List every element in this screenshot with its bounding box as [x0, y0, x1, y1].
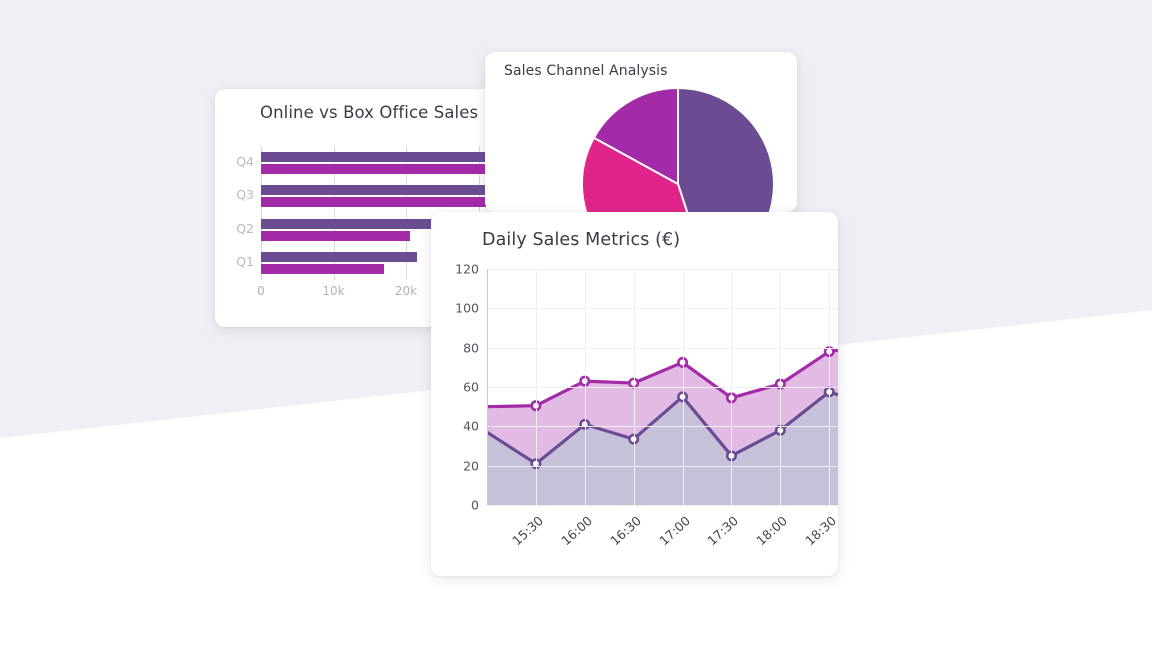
bar-segment[interactable] — [261, 252, 417, 263]
bar-chart-title: Online vs Box Office Sales ($) — [260, 103, 508, 122]
bar-segment[interactable] — [261, 185, 519, 196]
line-y-tick-label: 20 — [463, 458, 479, 474]
line-x-tick-label: 18:30 — [802, 513, 838, 549]
line-x-tick-label: 18:00 — [753, 513, 791, 549]
bar-y-tick-label: Q3 — [236, 187, 254, 203]
line-gridline-vertical — [535, 269, 537, 505]
line-x-tick-label: 16:00 — [557, 513, 595, 549]
line-gridline-horizontal — [487, 269, 838, 270]
line-chart-title: Daily Sales Metrics (€) — [482, 230, 681, 250]
bar-x-tick-label: 0 — [257, 284, 265, 298]
bar-segment[interactable] — [261, 163, 515, 174]
bar-y-tick-label: Q1 — [236, 254, 254, 270]
line-gridline-horizontal — [487, 465, 838, 467]
line-gridline-horizontal — [487, 426, 838, 428]
line-gridline-horizontal — [487, 387, 838, 388]
line-gridline-horizontal — [487, 347, 838, 349]
card-sales-channel-analysis[interactable]: Sales Channel Analysis — [485, 52, 797, 212]
line-y-tick-label: 0 — [471, 497, 479, 513]
line-gridline-vertical — [682, 269, 684, 505]
line-gridline-vertical — [731, 269, 733, 505]
line-gridline-vertical — [829, 269, 831, 505]
line-gridline-vertical — [633, 269, 635, 505]
bar-y-tick-label: Q4 — [236, 153, 254, 169]
bar-y-tick-label: Q2 — [236, 220, 254, 236]
pie-chart-plot-area — [581, 86, 775, 212]
card-daily-sales-metrics[interactable]: Daily Sales Metrics (€) 0 20 40 60 80 100 120 1… — [431, 212, 838, 576]
bar-segment[interactable] — [261, 264, 385, 275]
pie-chart-svg — [581, 86, 775, 212]
line-gridline-horizontal — [487, 308, 838, 310]
bar-segment[interactable] — [261, 230, 410, 241]
bar-x-tick-label: 10k — [322, 284, 345, 298]
line-x-tick-label: 17:00 — [655, 513, 693, 549]
pie-slice — [677, 86, 775, 212]
dashboard-stage: Online vs Box Office Sales ($) 010k20k30… — [0, 0, 1152, 648]
bar-x-tick-label: 20k — [394, 284, 418, 298]
line-y-axis — [487, 269, 488, 505]
line-y-tick-label: 60 — [463, 379, 479, 395]
line-y-tick-label: 40 — [463, 418, 479, 434]
line-chart-plot-area: 0 20 40 60 80 100 120 15:30 16:00 16:30 17:00 17:30… — [455, 262, 838, 548]
line-gridline-vertical — [780, 269, 782, 505]
line-x-tick-label: 16:30 — [606, 513, 644, 549]
line-x-tick-label: 17:30 — [704, 513, 742, 549]
pie-chart-title: Sales Channel Analysis — [504, 63, 668, 79]
bar-segment[interactable] — [261, 197, 493, 208]
line-y-tick-label: 120 — [455, 261, 479, 277]
line-gridline-vertical — [584, 269, 586, 505]
line-y-tick-label: 80 — [463, 340, 479, 356]
line-y-tick-label: 100 — [455, 300, 479, 316]
line-gridline-horizontal — [487, 505, 838, 506]
line-x-tick-label: 15:30 — [509, 513, 546, 549]
